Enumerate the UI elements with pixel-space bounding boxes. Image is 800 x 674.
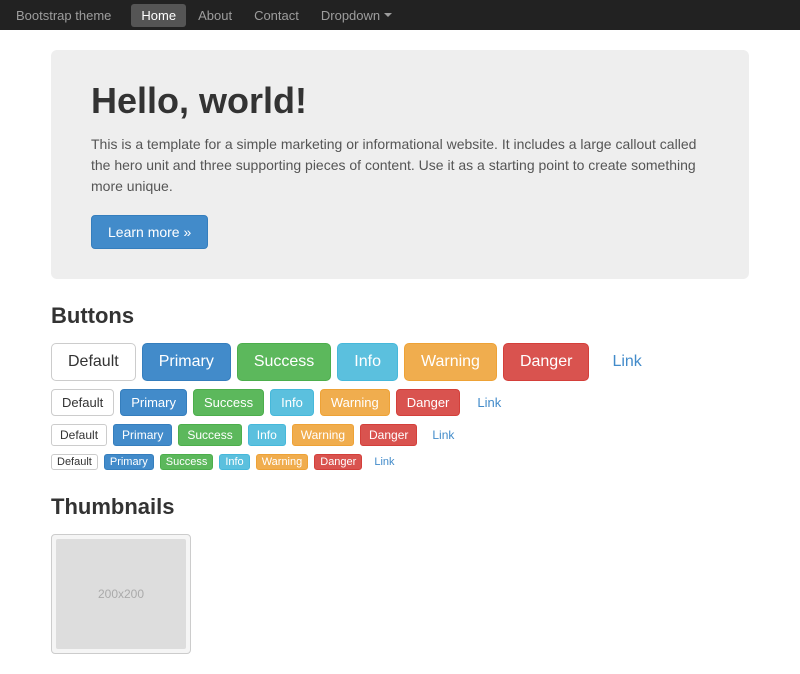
btn-success-xs[interactable]: Success: [160, 454, 214, 470]
btn-default-sm[interactable]: Default: [51, 424, 107, 446]
thumbnail-item: 200x200: [51, 534, 191, 654]
btn-default-lg[interactable]: Default: [51, 343, 136, 381]
thumbnails-section-title: Thumbnails: [51, 494, 749, 520]
thumbnails-section: Thumbnails 200x200: [51, 494, 749, 654]
nav-item-dropdown[interactable]: Dropdown: [311, 4, 402, 27]
btn-warning-md[interactable]: Warning: [320, 389, 390, 416]
navbar: Bootstrap theme Home About Contact Dropd…: [0, 0, 800, 30]
hero-title: Hello, world!: [91, 80, 709, 122]
nav-item-home[interactable]: Home: [131, 4, 186, 27]
button-row-xs: Default Primary Success Info Warning Dan…: [51, 454, 749, 470]
nav-item-contact[interactable]: Contact: [244, 4, 309, 27]
button-row-sm: Default Primary Success Info Warning Dan…: [51, 424, 749, 446]
buttons-section-title: Buttons: [51, 303, 749, 329]
buttons-section: Buttons Default Primary Success Info War…: [51, 303, 749, 470]
btn-success-md[interactable]: Success: [193, 389, 264, 416]
btn-default-md[interactable]: Default: [51, 389, 114, 416]
main-container: Hello, world! This is a template for a s…: [35, 30, 765, 674]
nav-items: Home About Contact Dropdown: [131, 4, 402, 27]
btn-danger-xs[interactable]: Danger: [314, 454, 362, 470]
btn-warning-lg[interactable]: Warning: [404, 343, 497, 381]
btn-warning-xs[interactable]: Warning: [256, 454, 309, 470]
btn-danger-lg[interactable]: Danger: [503, 343, 589, 381]
btn-success-lg[interactable]: Success: [237, 343, 331, 381]
button-row-lg: Default Primary Success Info Warning Dan…: [51, 343, 749, 381]
btn-info-lg[interactable]: Info: [337, 343, 398, 381]
btn-primary-md[interactable]: Primary: [120, 389, 187, 416]
btn-info-xs[interactable]: Info: [219, 454, 249, 470]
btn-info-sm[interactable]: Info: [248, 424, 286, 446]
btn-primary-xs[interactable]: Primary: [104, 454, 154, 470]
thumbnail-label: 200x200: [98, 587, 144, 601]
btn-danger-md[interactable]: Danger: [396, 389, 461, 416]
btn-info-md[interactable]: Info: [270, 389, 314, 416]
btn-success-sm[interactable]: Success: [178, 424, 241, 446]
button-row-md: Default Primary Success Info Warning Dan…: [51, 389, 749, 416]
btn-link-lg[interactable]: Link: [595, 343, 658, 381]
btn-link-md[interactable]: Link: [466, 389, 512, 416]
btn-link-xs[interactable]: Link: [368, 454, 400, 470]
btn-warning-sm[interactable]: Warning: [292, 424, 354, 446]
thumbnail-placeholder: 200x200: [56, 539, 186, 649]
btn-danger-sm[interactable]: Danger: [360, 424, 417, 446]
btn-primary-sm[interactable]: Primary: [113, 424, 172, 446]
learn-more-button[interactable]: Learn more »: [91, 215, 208, 249]
nav-item-about[interactable]: About: [188, 4, 242, 27]
navbar-brand[interactable]: Bootstrap theme: [16, 8, 111, 23]
btn-default-xs[interactable]: Default: [51, 454, 98, 470]
dropdown-caret-icon: [384, 13, 392, 17]
btn-primary-lg[interactable]: Primary: [142, 343, 231, 381]
hero-unit: Hello, world! This is a template for a s…: [51, 50, 749, 279]
hero-description: This is a template for a simple marketin…: [91, 134, 709, 197]
btn-link-sm[interactable]: Link: [423, 424, 463, 446]
